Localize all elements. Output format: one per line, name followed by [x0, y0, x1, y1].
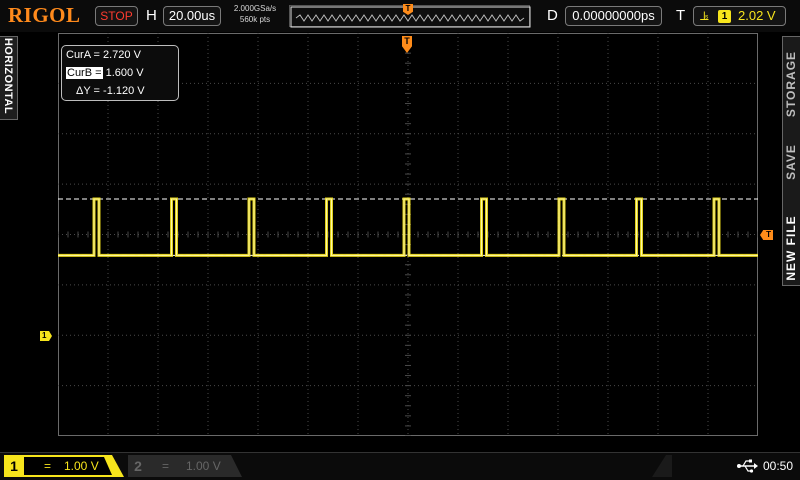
- horizontal-delay-value[interactable]: 0.00000000ps: [565, 6, 662, 26]
- run-stop-status[interactable]: STOP: [95, 6, 138, 26]
- ch1-vertical-scale: 1.00 V: [64, 459, 99, 473]
- cursor-a-readout: CurA = 2.720 V: [66, 48, 141, 62]
- trigger-level-value: 2.02 V: [738, 8, 776, 23]
- horizontal-menu-tab[interactable]: HORIZONTAL: [0, 36, 18, 120]
- ch2-tab[interactable]: [128, 455, 242, 477]
- cursor-b-readout: CurB = 1.600 V: [66, 66, 144, 80]
- cursor-a-value: 2.720 V: [103, 49, 141, 61]
- horizontal-label: H: [146, 7, 157, 24]
- ch1-trace: [58, 197, 758, 257]
- ch1-ground-marker[interactable]: 1: [40, 331, 52, 341]
- system-clock: 00:50: [763, 459, 794, 473]
- delta-y-label: ΔY =: [76, 85, 100, 97]
- delay-label: D: [547, 7, 558, 24]
- new-file-tab-label[interactable]: NEW FILE: [784, 206, 798, 290]
- trigger-source-badge: 1: [718, 10, 731, 23]
- cursor-readout-box: CurA = 2.720 V CurB = 1.600 V ΔY = -1.12…: [61, 45, 179, 101]
- delta-y-value: -1.120 V: [103, 85, 145, 97]
- trigger-settings[interactable]: ⫡ 1 2.02 V: [693, 6, 786, 26]
- horizontal-menu-label: HORIZONTAL: [2, 37, 14, 115]
- memory-overview-bar: T: [289, 4, 531, 28]
- rigol-logo: RIGOL: [8, 3, 81, 27]
- cursor-delta-readout: ΔY = -1.120 V: [76, 84, 145, 98]
- ch1-dc-coupling-icon: =: [44, 459, 52, 473]
- ch1-number: 1: [10, 458, 18, 474]
- rising-edge-icon: ⫡: [700, 8, 709, 23]
- cursor-b-label[interactable]: CurB =: [66, 67, 103, 79]
- timebase-value[interactable]: 20.00us: [163, 6, 221, 26]
- ch2-number: 2: [134, 458, 142, 474]
- storage-tab-label[interactable]: STORAGE: [784, 42, 798, 126]
- memory-depth: 560k pts: [239, 15, 271, 24]
- storage-menu-panel[interactable]: STORAGE SAVE NEW FILE: [782, 36, 800, 286]
- trigger-label: T: [676, 7, 686, 24]
- ch1-waveform: [58, 197, 758, 257]
- usb-icon: [737, 459, 758, 473]
- cursor-a-label: CurA =: [66, 49, 100, 61]
- ch2-dc-coupling-icon: =: [162, 459, 170, 473]
- sample-rate: 2.000GSa/s: [233, 4, 277, 13]
- ch2-vertical-scale: 1.00 V: [186, 459, 221, 473]
- cursor-b-value: 1.600 V: [105, 67, 144, 79]
- save-tab-label[interactable]: SAVE: [784, 120, 798, 204]
- trigger-level-marker[interactable]: T: [760, 230, 773, 240]
